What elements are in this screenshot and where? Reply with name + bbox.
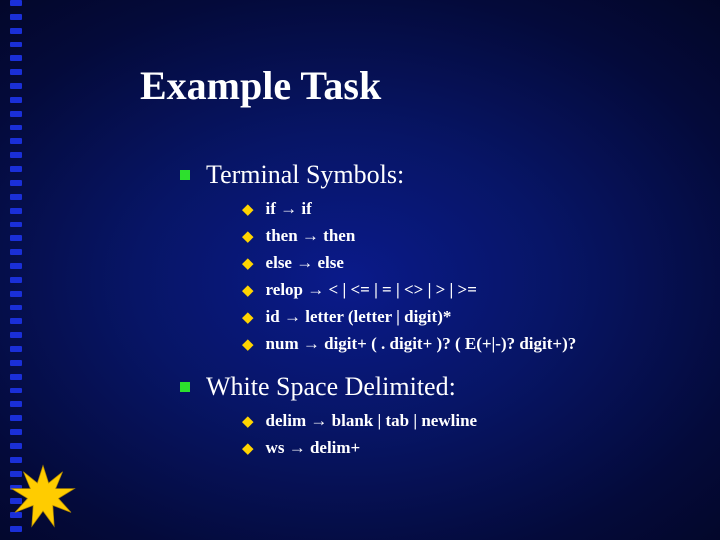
diamond-bullet-icon: ◆ xyxy=(242,438,254,460)
section-heading: Terminal Symbols: xyxy=(206,158,404,192)
list-item: ◆ if → if xyxy=(242,198,680,221)
list-item-text: num → digit+ ( . digit+ )? ( E(+|-)? dig… xyxy=(266,333,577,355)
list-item: ◆ num → digit+ ( . digit+ )? ( E(+|-)? d… xyxy=(242,333,680,356)
list-item: ◆ id → letter (letter | digit)* xyxy=(242,306,680,329)
section-items: ◆ delim → blank | tab | newline ◆ ws → d… xyxy=(242,410,680,460)
list-item: ◆ delim → blank | tab | newline xyxy=(242,410,680,433)
section-heading-row: Terminal Symbols: xyxy=(180,158,680,192)
diamond-bullet-icon: ◆ xyxy=(242,411,254,433)
square-bullet-icon xyxy=(180,170,190,180)
section-heading: White Space Delimited: xyxy=(206,370,456,404)
diamond-bullet-icon: ◆ xyxy=(242,199,254,221)
list-item: ◆ then → then xyxy=(242,225,680,248)
list-item: ◆ relop → < | <= | = | <> | > | >= xyxy=(242,279,680,302)
diamond-bullet-icon: ◆ xyxy=(242,334,254,356)
square-bullet-icon xyxy=(180,382,190,392)
list-item-text: ws → delim+ xyxy=(266,437,361,459)
starburst-icon xyxy=(8,462,78,532)
list-item: ◆ ws → delim+ xyxy=(242,437,680,460)
slide-title: Example Task xyxy=(140,62,381,109)
diamond-bullet-icon: ◆ xyxy=(242,307,254,329)
slide: Example Task Terminal Symbols: ◆ if → if… xyxy=(0,0,720,540)
section-heading-row: White Space Delimited: xyxy=(180,370,680,404)
list-item-text: relop → < | <= | = | <> | > | >= xyxy=(266,279,477,301)
list-item-text: else → else xyxy=(266,252,344,274)
left-decor-rail xyxy=(10,0,22,540)
list-item-text: if → if xyxy=(266,198,312,220)
section-items: ◆ if → if ◆ then → then ◆ else → else ◆ … xyxy=(242,198,680,356)
slide-content: Terminal Symbols: ◆ if → if ◆ then → the… xyxy=(180,158,680,474)
diamond-bullet-icon: ◆ xyxy=(242,280,254,302)
list-item: ◆ else → else xyxy=(242,252,680,275)
list-item-text: then → then xyxy=(266,225,356,247)
list-item-text: id → letter (letter | digit)* xyxy=(266,306,452,328)
diamond-bullet-icon: ◆ xyxy=(242,226,254,248)
list-item-text: delim → blank | tab | newline xyxy=(266,410,478,432)
diamond-bullet-icon: ◆ xyxy=(242,253,254,275)
